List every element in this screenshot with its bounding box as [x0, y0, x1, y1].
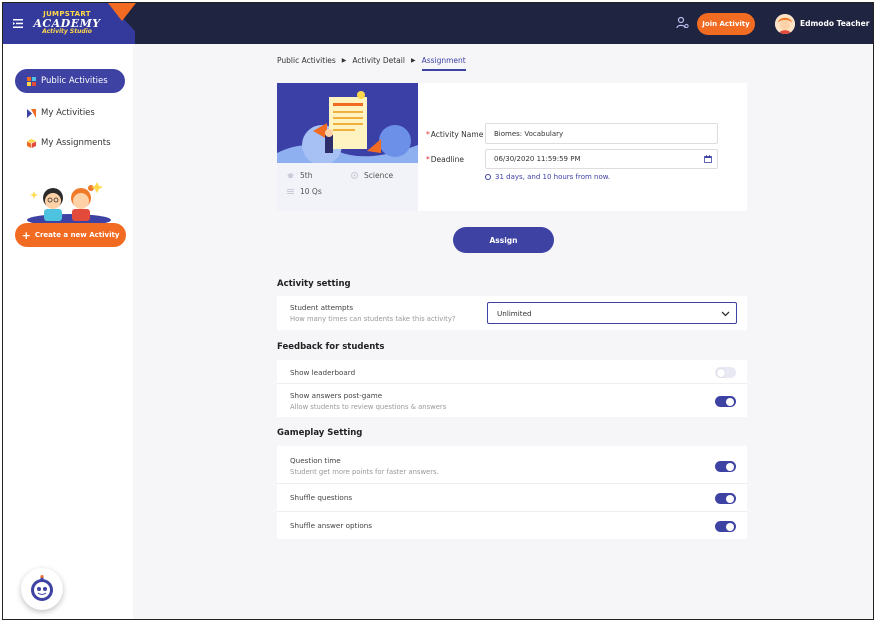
atom-icon	[351, 172, 358, 179]
student-attempts-title: Student attempts	[290, 303, 354, 312]
breadcrumb-assignment: Assignment	[421, 56, 466, 71]
sidebar-item-label: Public Activities	[41, 76, 108, 86]
meta-grade: 5th	[287, 171, 312, 180]
due-note: 31 days, and 10 hours from now.	[485, 173, 610, 181]
question-time-row: Question time Student get more points fo…	[277, 446, 747, 484]
sidebar-item-label: My Activities	[41, 108, 95, 118]
question-time-sub: Student get more points for faster answe…	[290, 468, 439, 476]
show-answers-toggle[interactable]	[715, 396, 736, 407]
create-activity-label: Create a new Activity	[34, 231, 120, 239]
activity-name-input[interactable]: Biomes: Vocabulary	[485, 123, 718, 144]
activity-info-card: 5th Science 10 Qs *Activity Name Biomes:…	[277, 83, 747, 211]
chevron-right-icon: ▶	[341, 57, 347, 64]
activity-thumbnail	[277, 83, 418, 163]
cap-icon	[287, 173, 294, 178]
question-time-toggle[interactable]	[715, 461, 736, 472]
meta-questions: 10 Qs	[287, 187, 322, 196]
activity-meta: 5th Science 10 Qs	[277, 163, 418, 211]
grid-icon	[27, 76, 36, 86]
breadcrumb: Public Activities ▶ Activity Detail ▶ As…	[277, 56, 466, 71]
robot-icon	[31, 575, 53, 601]
sidebar-item-my-activities[interactable]: My Activities	[15, 101, 125, 125]
sidebar-item-my-assignments[interactable]: My Assignments	[15, 131, 125, 155]
feedback-panel: Show leaderboard Show answers post-game …	[277, 360, 747, 417]
question-time-title: Question time	[290, 456, 341, 465]
student-attempts-row: Student attempts How many times can stud…	[277, 296, 747, 330]
show-answers-row: Show answers post-game Allow students to…	[277, 384, 747, 417]
activity-setting-panel: Student attempts How many times can stud…	[277, 296, 747, 330]
chevron-right-icon: ▶	[410, 57, 416, 64]
feedback-title: Feedback for students	[277, 342, 385, 352]
kids-illustration	[27, 182, 111, 224]
shuffle-answers-toggle[interactable]	[715, 521, 736, 532]
sidebar-item-public-activities[interactable]: Public Activities	[15, 69, 125, 93]
user-settings-icon[interactable]	[676, 16, 689, 29]
thumbnail-illustration	[277, 83, 418, 163]
avatar-image	[775, 14, 795, 34]
show-answers-sub: Allow students to review questions & ans…	[290, 403, 447, 411]
show-leaderboard-title: Show leaderboard	[290, 368, 356, 377]
show-leaderboard-row: Show leaderboard	[277, 360, 747, 384]
logo-accent	[108, 3, 136, 21]
plus-icon: +	[21, 228, 31, 242]
student-attempts-sub: How many times can students take this ac…	[290, 315, 456, 323]
sidebar-item-label: My Assignments	[41, 138, 111, 148]
breadcrumb-activity-detail[interactable]: Activity Detail	[352, 56, 405, 65]
activity-setting-title: Activity setting	[277, 279, 351, 289]
flag-icon	[27, 108, 36, 118]
deadline-input[interactable]: 06/30/2020 11:59:59 PM	[485, 149, 718, 169]
top-bar: JUMPSTART ACADEMY Activity Studio Join A…	[3, 3, 873, 44]
shuffle-questions-row: Shuffle questions	[277, 484, 747, 512]
assign-button[interactable]: Assign	[453, 227, 554, 253]
list-icon	[287, 189, 294, 194]
shuffle-questions-title: Shuffle questions	[290, 493, 353, 502]
gameplay-panel: Question time Student get more points fo…	[277, 446, 747, 539]
avatar[interactable]	[775, 14, 795, 34]
chevron-down-icon	[721, 311, 730, 317]
create-activity-button[interactable]: + Create a new Activity	[15, 223, 126, 247]
meta-subject: Science	[351, 171, 393, 180]
show-leaderboard-toggle[interactable]	[715, 367, 736, 378]
shuffle-questions-toggle[interactable]	[715, 493, 736, 504]
box-icon	[27, 138, 36, 148]
brand-logo[interactable]: JUMPSTART ACADEMY Activity Studio	[29, 11, 105, 35]
shuffle-answers-row: Shuffle answer options	[277, 512, 747, 539]
show-answers-title: Show answers post-game	[290, 391, 383, 400]
shuffle-answers-title: Shuffle answer options	[290, 521, 373, 530]
deadline-label: *Deadline	[426, 155, 465, 164]
activity-name-label: *Activity Name	[426, 130, 484, 139]
calendar-icon[interactable]	[704, 155, 712, 163]
menu-icon[interactable]	[13, 19, 23, 28]
join-activity-button[interactable]: Join Activity	[697, 13, 755, 35]
gameplay-title: Gameplay Setting	[277, 428, 363, 438]
sidebar: Public Activities My Activities My Assig…	[3, 44, 133, 619]
user-name[interactable]: Edmodo Teacher	[800, 19, 869, 28]
student-attempts-select[interactable]: Unlimited	[487, 302, 737, 324]
app-window: JUMPSTART ACADEMY Activity Studio Join A…	[2, 2, 874, 620]
clock-icon	[485, 174, 491, 180]
help-bot-button[interactable]	[21, 568, 63, 610]
breadcrumb-public-activities[interactable]: Public Activities	[277, 56, 336, 65]
